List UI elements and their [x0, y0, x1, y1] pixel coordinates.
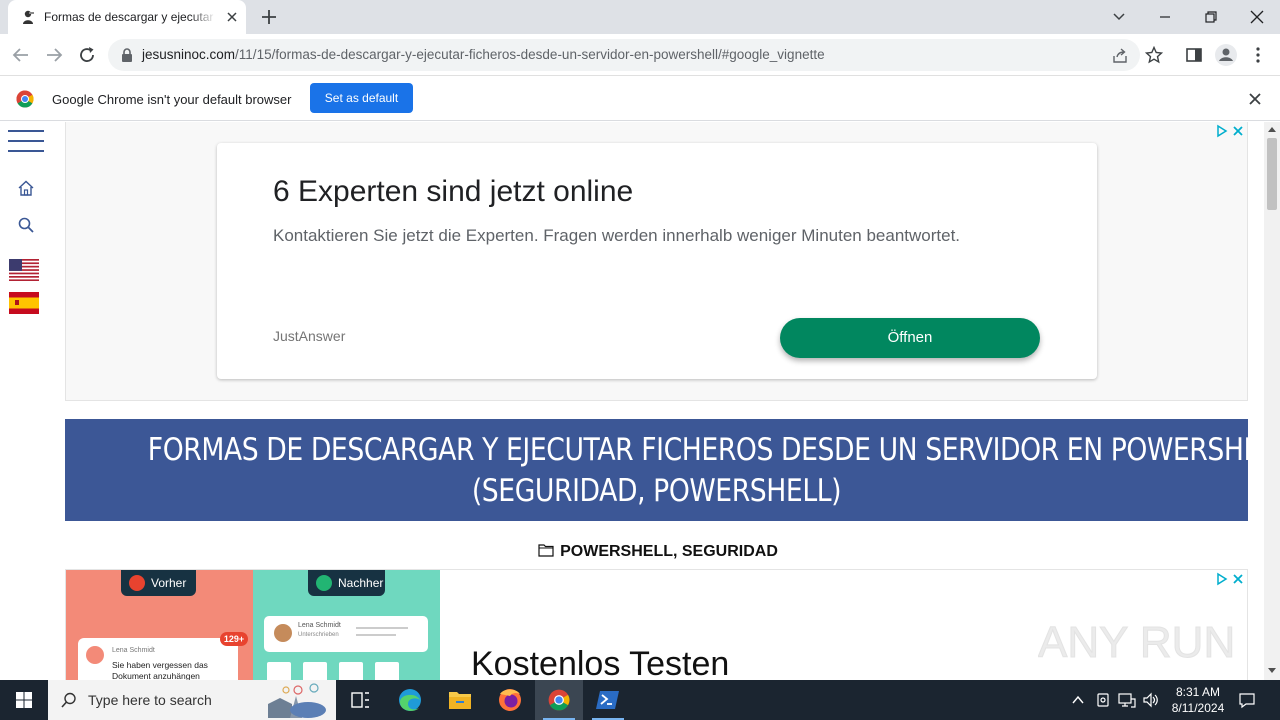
back-icon[interactable]	[10, 44, 32, 66]
clock-time: 8:31 AM	[1175, 685, 1221, 699]
scrollbar-thumb[interactable]	[1267, 138, 1277, 210]
forward-icon[interactable]	[43, 44, 65, 66]
edge-browser-icon[interactable]	[386, 680, 434, 720]
close-window-icon[interactable]	[1246, 6, 1268, 28]
set-as-default-button[interactable]: Set as default	[310, 83, 413, 113]
hamburger-menu-icon[interactable]	[8, 130, 44, 154]
document-icons	[267, 662, 399, 680]
close-tab-icon[interactable]	[224, 9, 240, 25]
ad-card[interactable]: 6 Experten sind jetzt online Kontaktiere…	[217, 143, 1097, 379]
default-browser-infobar: Google Chrome isn't your default browser…	[0, 77, 1280, 121]
email-text: Sie haben vergessen das Dokument anzuhän…	[112, 660, 208, 680]
adchoices-icon[interactable]	[1216, 124, 1246, 138]
search-icon	[61, 692, 76, 708]
ad-headline[interactable]: 6 Experten sind jetzt online	[273, 175, 633, 209]
network-monitor-icon[interactable]	[1094, 691, 1112, 709]
email-card: Lena Schmidt Sie haben vergessen das Dok…	[78, 638, 238, 680]
ad-advertiser-name[interactable]: JustAnswer	[273, 328, 345, 344]
search-icon[interactable]	[17, 216, 35, 234]
ad-open-button[interactable]: Öffnen	[780, 318, 1040, 358]
windows-taskbar: Type here to search 8:31 AM 8/11/2024	[0, 680, 1280, 720]
restore-icon[interactable]	[1200, 6, 1222, 28]
check-circle-icon	[316, 575, 332, 591]
menu-dots-icon[interactable]	[1252, 46, 1264, 64]
spain-flag-icon[interactable]	[9, 292, 39, 314]
title-line-2: (SEGURIDAD, POWERSHELL)	[471, 473, 842, 509]
tab-active[interactable]: Formas de descargar y ejecutar f	[8, 0, 246, 34]
search-placeholder: Type here to search	[88, 692, 212, 708]
tab-title: Formas de descargar y ejecutar f	[44, 10, 216, 24]
chrome-taskbar-button[interactable]	[535, 680, 583, 720]
us-flag-icon[interactable]	[9, 259, 39, 281]
task-view-icon[interactable]	[336, 680, 384, 720]
profile-icon[interactable]	[1214, 43, 1238, 67]
anyrun-watermark-logo: ANY RUN	[1038, 618, 1233, 668]
category-links[interactable]: POWERSHELL, SEGURIDAD	[0, 543, 1264, 561]
ad-headline[interactable]: Kostenlos Testen	[471, 645, 729, 680]
powershell-icon	[596, 691, 619, 709]
signed-card: Lena Schmidt Unterschrieben	[264, 616, 428, 652]
scroll-down-icon[interactable]	[1268, 668, 1276, 674]
lock-icon[interactable]	[120, 47, 134, 63]
taskbar-search-box[interactable]: Type here to search	[48, 680, 336, 720]
mail-icon	[86, 646, 104, 664]
url-text[interactable]: jesusninoc.com/11/15/formas-de-descargar…	[142, 47, 825, 62]
reload-icon[interactable]	[76, 44, 98, 66]
site-favicon-icon	[23, 10, 34, 24]
powershell-taskbar-button[interactable]	[584, 680, 632, 720]
new-tab-icon[interactable]	[260, 8, 278, 26]
search-highlight-icon	[268, 683, 326, 718]
tab-search-icon[interactable]	[1108, 6, 1130, 28]
chrome-logo-icon	[16, 90, 34, 108]
category-text[interactable]: POWERSHELL, SEGURIDAD	[560, 543, 778, 560]
share-icon[interactable]	[1112, 47, 1129, 64]
volume-icon[interactable]	[1142, 691, 1160, 709]
sender-name: Lena Schmidt	[298, 622, 341, 629]
chrome-icon	[548, 689, 570, 711]
ad-before-panel: Vorher Lena Schmidt Sie haben vergessen …	[66, 570, 253, 680]
clock[interactable]: 8:31 AM 8/11/2024	[1160, 684, 1236, 716]
ad-after-panel: Nachher Lena Schmidt Unterschrieben	[253, 570, 440, 680]
windows-start-icon[interactable]	[0, 680, 48, 720]
minimize-icon[interactable]	[1154, 6, 1176, 28]
signed-status: Unterschrieben	[298, 632, 339, 638]
ad-description: Kontaktieren Sie jetzt die Experten. Fra…	[273, 226, 961, 245]
side-navigation	[0, 122, 52, 680]
file-explorer-icon[interactable]	[436, 680, 484, 720]
infobar-message: Google Chrome isn't your default browser	[52, 92, 292, 107]
avatar	[274, 624, 292, 642]
folder-icon	[538, 544, 554, 557]
before-label: Vorher	[121, 570, 196, 596]
svg-text:ANY RUN: ANY RUN	[1038, 618, 1233, 667]
x-circle-icon	[129, 575, 145, 591]
clock-date: 8/11/2024	[1171, 701, 1225, 715]
firefox-icon[interactable]	[486, 680, 534, 720]
title-line-1: FORMAS DE DESCARGAR Y EJECUTAR FICHEROS …	[147, 432, 1264, 468]
tab-strip: Formas de descargar y ejecutar f	[0, 0, 1280, 34]
page-content: 6 Experten sind jetzt online Kontaktiere…	[0, 122, 1264, 680]
scroll-up-icon[interactable]	[1268, 126, 1276, 132]
close-infobar-icon[interactable]	[1248, 92, 1262, 106]
address-bar[interactable]: jesusninoc.com/11/15/formas-de-descargar…	[108, 39, 1140, 71]
home-icon[interactable]	[17, 179, 35, 197]
after-label: Nachher	[308, 570, 385, 596]
article-title-banner: FORMAS DE DESCARGAR Y EJECUTAR FICHEROS …	[65, 419, 1264, 521]
browser-toolbar: jesusninoc.com/11/15/formas-de-descargar…	[0, 34, 1280, 76]
network-icon[interactable]	[1118, 691, 1136, 709]
sender-name: Lena Schmidt	[112, 647, 155, 654]
count-badge: 129+	[220, 632, 248, 646]
notifications-icon[interactable]	[1238, 691, 1256, 709]
page-title: FORMAS DE DESCARGAR Y EJECUTAR FICHEROS …	[148, 419, 1264, 512]
bookmark-star-icon[interactable]	[1145, 46, 1163, 64]
page-scrollbar[interactable]	[1264, 122, 1280, 680]
side-panel-icon[interactable]	[1185, 46, 1203, 64]
chevron-up-icon[interactable]	[1070, 692, 1086, 708]
advertisement-banner: 6 Experten sind jetzt online Kontaktiere…	[65, 122, 1248, 401]
adchoices-icon[interactable]	[1216, 572, 1246, 586]
